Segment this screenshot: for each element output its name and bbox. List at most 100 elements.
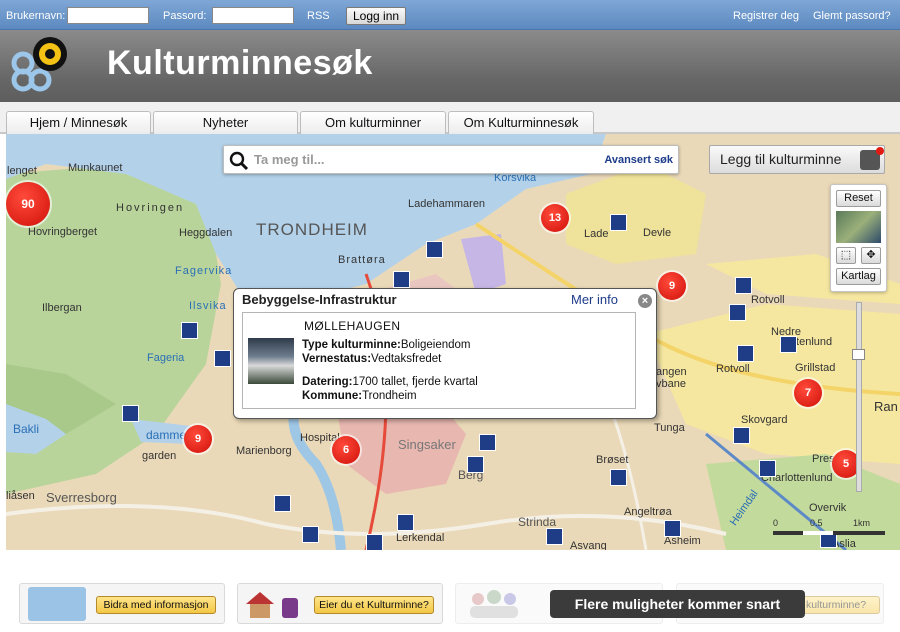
poi-marker[interactable] <box>467 456 484 473</box>
cluster-marker[interactable]: 90 <box>6 182 50 226</box>
poi-marker[interactable] <box>664 520 681 537</box>
poi-marker[interactable] <box>479 434 496 451</box>
map-label: Angeltrøa <box>624 506 672 518</box>
poi-marker[interactable] <box>302 526 319 543</box>
map-label: ttenlund <box>793 336 833 348</box>
red-dot-icon <box>876 147 884 155</box>
map-label: Heggdalen <box>179 227 233 239</box>
faded-button: kulturminne? <box>792 596 880 614</box>
forgot-password-link[interactable]: Glemt passord? <box>813 10 891 22</box>
poi-marker[interactable] <box>737 345 754 362</box>
site-title: Kulturminnesøk <box>107 44 373 82</box>
tab-about-monuments[interactable]: Om kulturminner <box>300 111 446 134</box>
map-label: Grillstad <box>795 362 836 374</box>
map-label: Lade <box>584 228 609 240</box>
cluster-marker[interactable]: 13 <box>541 204 569 232</box>
map-label: Marienborg <box>236 445 292 457</box>
map-label: Brattøra <box>338 254 386 266</box>
map-label: Singsaker <box>398 437 456 452</box>
site-logo-icon[interactable] <box>10 33 72 95</box>
username-label: Brukernavn: <box>6 10 66 22</box>
box-select-icon[interactable]: ⬚ <box>836 247 856 264</box>
search-input[interactable]: Ta meg til... <box>254 152 325 167</box>
map-label: Asvang <box>570 540 607 550</box>
poi-marker[interactable] <box>610 214 627 231</box>
reset-button[interactable]: Reset <box>836 190 881 207</box>
map-label: Sverresborg <box>46 490 117 505</box>
map-label: Munkaunet <box>68 162 123 174</box>
map-label: Skovgard <box>741 414 788 426</box>
close-icon[interactable]: × <box>638 294 652 308</box>
more-info-link[interactable]: Mer info <box>571 292 618 307</box>
map-label: Bakli <box>13 422 40 436</box>
layers-button[interactable]: Kartlag <box>836 268 881 285</box>
map-label: Ilbergan <box>42 302 82 314</box>
map-label: garden <box>142 450 177 462</box>
map-label: Hovringen <box>116 202 185 214</box>
poi-marker[interactable] <box>366 534 383 550</box>
poi-marker[interactable] <box>426 241 443 258</box>
map-pin-icon <box>28 587 86 621</box>
search-icon <box>229 151 249 171</box>
cluster-marker[interactable]: 6 <box>332 436 360 464</box>
poi-marker[interactable] <box>733 427 750 444</box>
zoom-slider-track[interactable] <box>856 302 862 492</box>
house-icon <box>242 588 304 620</box>
date-row: Datering:1700 tallet, fjerde kvartal <box>302 376 478 388</box>
poi-marker[interactable] <box>393 271 410 288</box>
register-link[interactable]: Registrer deg <box>733 10 799 22</box>
people-icon <box>466 589 522 619</box>
poi-marker[interactable] <box>780 336 797 353</box>
cluster-marker[interactable]: 7 <box>794 379 822 407</box>
poi-marker[interactable] <box>610 469 627 486</box>
poi-marker[interactable] <box>735 277 752 294</box>
tab-news[interactable]: Nyheter <box>153 111 298 134</box>
zoom-slider-handle[interactable] <box>852 349 865 360</box>
advanced-search-link[interactable]: Avansert søk <box>604 154 673 166</box>
municipality-row: Kommune:Trondheim <box>302 390 417 402</box>
tab-home[interactable]: Hjem / Minnesøk <box>6 111 151 134</box>
aerial-thumbnail[interactable] <box>836 211 881 243</box>
add-monument-button[interactable]: Legg til kulturminne <box>709 145 885 174</box>
map-label: Lerkendal <box>396 532 445 544</box>
rss-link[interactable]: RSS <box>307 10 330 22</box>
map-label: Fagervika <box>175 265 233 277</box>
poi-marker[interactable] <box>181 322 198 339</box>
map-label: Overvik <box>809 502 847 514</box>
poi-marker[interactable] <box>759 460 776 477</box>
poi-marker[interactable] <box>214 350 231 367</box>
cluster-marker[interactable]: 9 <box>658 272 686 300</box>
map-label: Tunga <box>654 422 685 434</box>
map-label: Ladehammaren <box>408 198 486 210</box>
popup-title: Bebyggelse-Infrastruktur <box>242 292 397 307</box>
password-label: Passord: <box>163 10 207 22</box>
tab-about-site[interactable]: Om Kulturminnesøk <box>448 111 594 134</box>
monument-photo[interactable] <box>248 338 294 384</box>
monument-popup: Bebyggelse-Infrastruktur Mer info × MØLL… <box>233 288 657 419</box>
map-label-trondheim: TRONDHEIM <box>256 220 368 239</box>
map-label: Ran <box>874 399 898 414</box>
map-label: angen <box>656 366 687 378</box>
site-header: Kulturminnesøk <box>0 30 900 102</box>
password-field[interactable] <box>212 7 294 24</box>
main-tabs: Hjem / Minnesøk Nyheter Om kulturminner … <box>0 102 900 134</box>
poi-marker[interactable] <box>397 514 414 531</box>
cluster-marker[interactable]: 9 <box>184 425 212 453</box>
pan-icon[interactable]: ✥ <box>861 247 881 264</box>
poi-marker[interactable] <box>122 405 139 422</box>
map-label: Rotvoll <box>716 363 750 375</box>
search-box[interactable]: Ta meg til... Avansert søk <box>223 145 679 174</box>
add-monument-label: Legg til kulturminne <box>720 151 842 167</box>
poi-marker[interactable] <box>729 304 746 321</box>
owner-button[interactable]: Eier du et Kulturminne? <box>314 596 434 614</box>
poi-marker[interactable] <box>274 495 291 512</box>
username-field[interactable] <box>67 7 149 24</box>
coming-soon-banner: Flere muligheter kommer snart <box>550 590 805 618</box>
status-row: Vernestatus:Vedtaksfredet <box>302 353 442 365</box>
scale-bar: 0 0.5 1km <box>773 518 893 538</box>
poi-marker[interactable] <box>546 528 563 545</box>
map-label: Devle <box>643 227 672 239</box>
contribute-button[interactable]: Bidra med informasjon <box>96 596 216 614</box>
map-label: Hovringberget <box>28 226 98 238</box>
login-button[interactable]: Logg inn <box>346 7 407 25</box>
